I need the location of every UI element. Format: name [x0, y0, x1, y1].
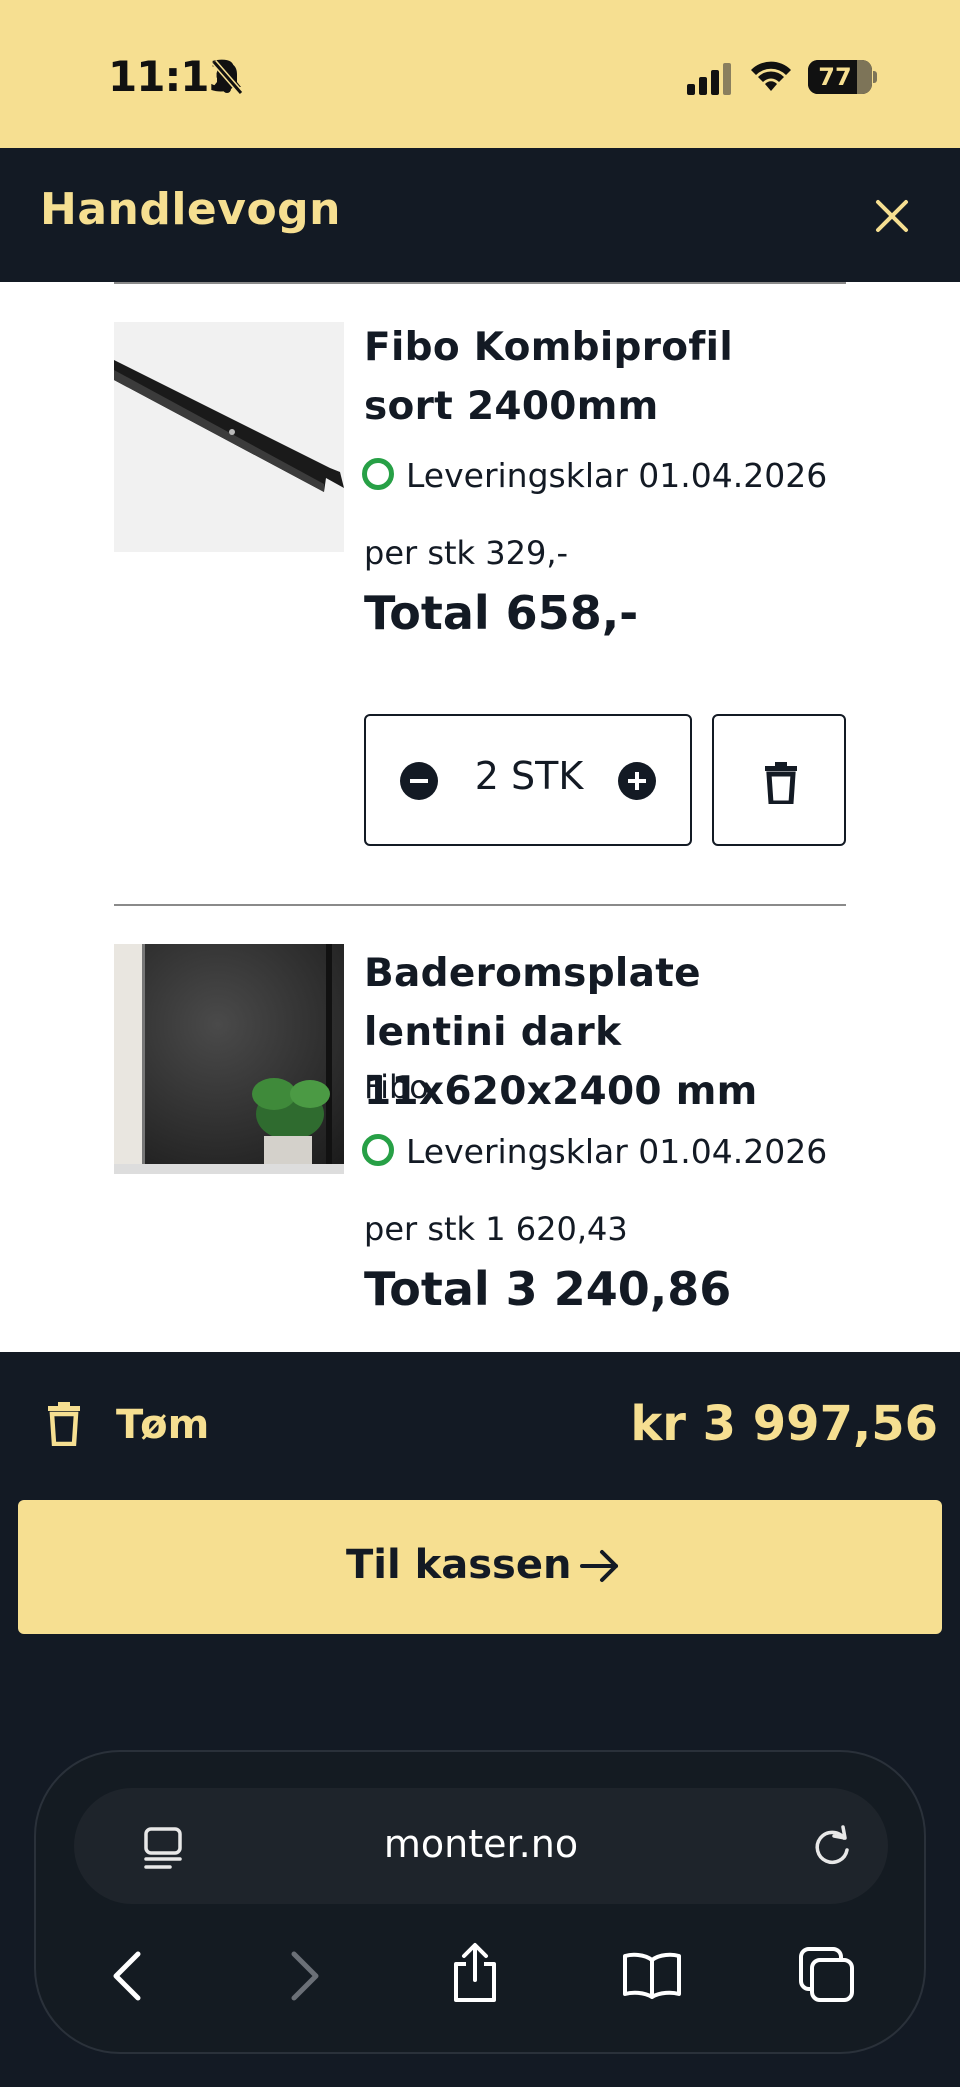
stock-text: Leveringsklar 01.04.2026 [406, 1132, 828, 1171]
battery-icon: 77 [808, 60, 877, 94]
back-icon[interactable] [110, 1950, 146, 2002]
unit-price: per stk 1 620,43 [364, 1210, 628, 1248]
bell-slash-icon [211, 60, 244, 95]
product-name[interactable]: Fibo Kombiprofil sort 2400mm [364, 318, 834, 436]
increase-quantity-button[interactable] [618, 762, 656, 800]
in-stock-icon [362, 1134, 394, 1166]
battery-level: 77 [818, 63, 852, 91]
decrease-quantity-button[interactable] [400, 762, 438, 800]
in-stock-icon [362, 458, 394, 490]
quantity-value: 2 STK [474, 754, 584, 798]
quantity-stepper[interactable]: 2 STK [364, 714, 692, 846]
profile-rail-image [114, 322, 344, 552]
close-button[interactable] [868, 192, 916, 240]
product-brand: Fibo [364, 1068, 429, 1106]
cart-total: kr 3 997,56 [630, 1396, 938, 1452]
address-bar[interactable]: monter.no [74, 1788, 888, 1904]
battery-body: 77 [808, 60, 872, 94]
status-bar: 11:13 77 [0, 0, 960, 148]
divider [114, 282, 846, 284]
browser-toolbar: monter.no [0, 1732, 960, 2087]
url-text: monter.no [383, 1822, 579, 1866]
page-title: Handlevogn [40, 184, 341, 235]
product-image[interactable] [114, 944, 344, 1174]
checkout-label: Til kassen [346, 1542, 572, 1588]
wifi-icon [751, 61, 791, 91]
arrow-right-icon [580, 1550, 618, 1582]
forward-icon[interactable] [286, 1950, 322, 2002]
close-icon [876, 200, 908, 232]
cart-item-list[interactable]: Fibo Kombiprofil sort 2400mm Leveringskl… [0, 282, 960, 1352]
cart-header: Handlevogn [0, 148, 960, 282]
unit-price: per stk 329,- [364, 534, 569, 572]
share-icon[interactable] [450, 1942, 500, 2004]
browser-panel: monter.no [34, 1750, 926, 2054]
line-total: Total 658,- [364, 586, 639, 640]
cart-footer: Tøm kr 3 997,56 Til kassen [0, 1352, 960, 1732]
line-total: Total 3 240,86 [364, 1262, 732, 1316]
product-image[interactable] [114, 322, 344, 552]
bath-panel-image [114, 944, 344, 1174]
bookmarks-icon[interactable] [622, 1950, 682, 2000]
reload-icon[interactable] [810, 1824, 854, 1868]
divider [114, 904, 846, 906]
empty-cart-label: Tøm [116, 1402, 210, 1448]
delete-item-button[interactable] [712, 714, 846, 846]
signal-icon [687, 63, 731, 95]
product-name[interactable]: Baderomsplate lentini dark 11x620x2400 m… [364, 944, 834, 1121]
tabs-icon[interactable] [798, 1946, 856, 2004]
stock-text: Leveringsklar 01.04.2026 [406, 456, 828, 495]
checkout-button[interactable]: Til kassen [18, 1500, 942, 1634]
trash-icon [48, 1402, 80, 1446]
battery-cap [873, 71, 877, 83]
trash-icon [765, 762, 797, 804]
